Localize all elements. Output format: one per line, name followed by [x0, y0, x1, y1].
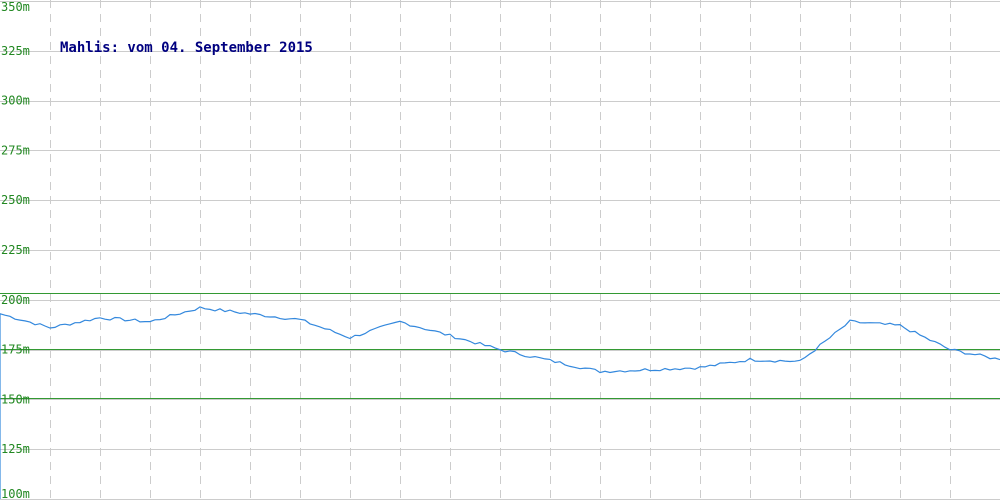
line-chart: 350m 325m 300m 275m 250m 225m 200m 175m 150m 125m… [0, 0, 1000, 500]
y-tick-label: 175m [1, 343, 30, 357]
y-tick-label: 125m [1, 442, 30, 456]
y-tick-label: 200m [1, 293, 30, 307]
y-axis-ticks: 350m 325m 300m 275m 250m 225m 200m 175m 150m 125m… [1, 0, 30, 500]
y-tick-label: 150m [1, 392, 30, 406]
grid [0, 0, 1000, 500]
y-tick-label: 275m [1, 143, 30, 157]
chart-title: Mahlis: vom 04. September 2015 [60, 40, 313, 56]
y-tick-label: 225m [1, 243, 30, 257]
series-line [0, 306, 1000, 499]
y-tick-label: 300m [1, 94, 30, 108]
y-tick-label: 100m [1, 487, 30, 500]
y-tick-label: 350m [1, 0, 30, 14]
y-tick-label: 325m [1, 44, 30, 58]
y-tick-label: 250m [1, 193, 30, 207]
